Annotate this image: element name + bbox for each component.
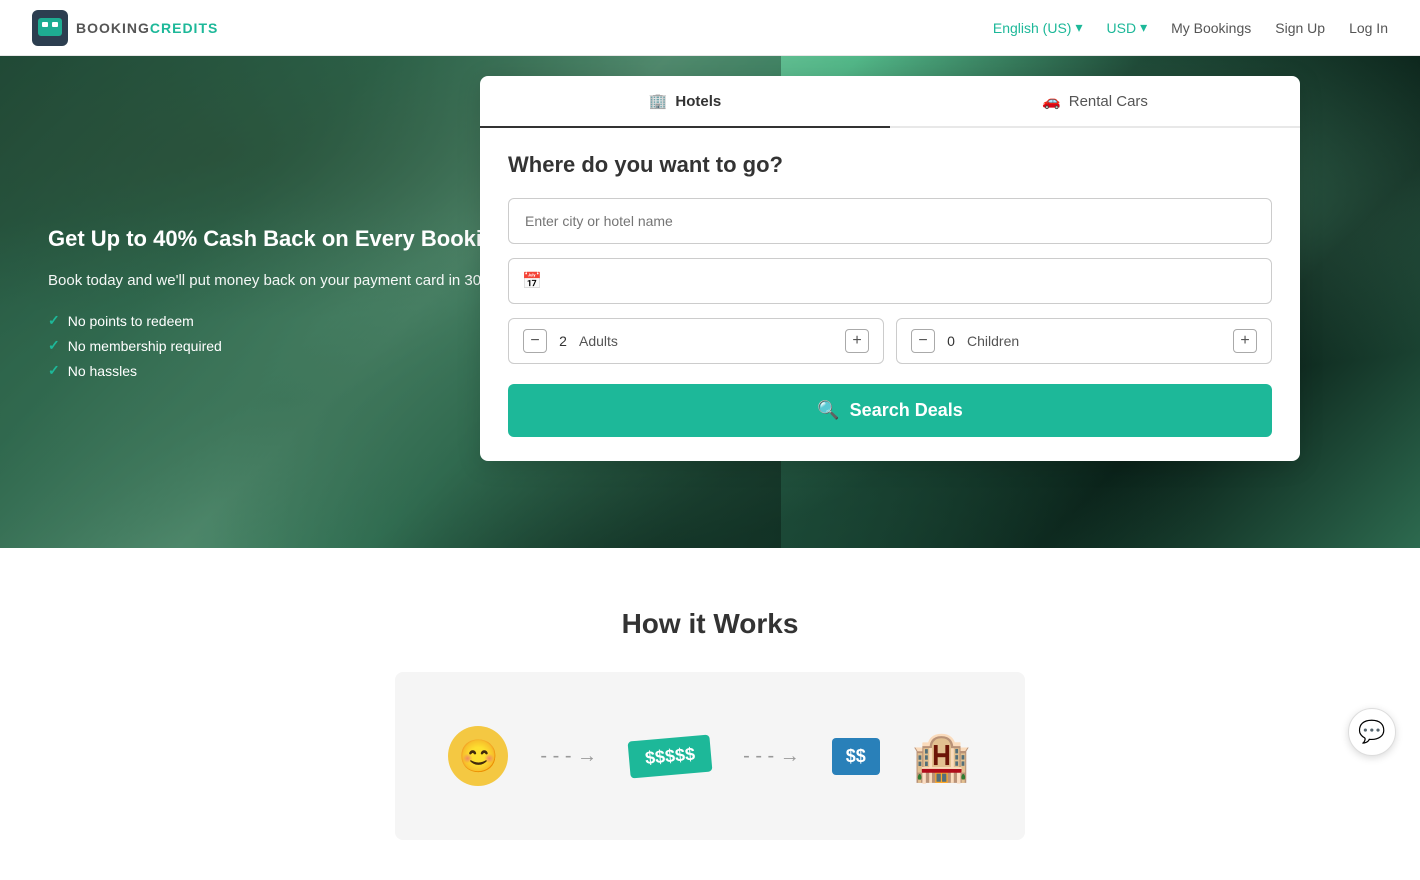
search-panel: 🏢 Hotels 🚗 Rental Cars Where do you want… xyxy=(480,76,1300,461)
building-icon: 🏢 xyxy=(649,92,668,110)
tab-rental-cars[interactable]: 🚗 Rental Cars xyxy=(890,76,1300,128)
my-bookings-link[interactable]: My Bookings xyxy=(1171,20,1251,36)
adults-count: 2 xyxy=(555,333,571,349)
navbar: BOOKiNGCREDiTS English (US) ▾ USD ▾ My B… xyxy=(0,0,1420,56)
sign-up-link[interactable]: Sign Up xyxy=(1275,20,1325,36)
how-step-money2: $$ xyxy=(832,738,880,775)
currency-dropdown[interactable]: USD ▾ xyxy=(1107,19,1148,36)
how-step-hotel: 🏨 xyxy=(912,728,972,785)
how-step-person: 😊 xyxy=(448,726,508,786)
logo-text: BOOKiNGCREDiTS xyxy=(76,17,218,38)
search-panel-container: 🏢 Hotels 🚗 Rental Cars Where do you want… xyxy=(0,56,1420,548)
date-input-wrap: 📅 Sat, Feb 10th - Sun, Feb 11th xyxy=(508,258,1272,304)
adults-label: Adults xyxy=(579,333,837,349)
how-it-works-section: How it Works 😊 - - - → $$$$$ - - - → $$ … xyxy=(0,548,1420,880)
guests-row: − 2 Adults + − 0 Children + xyxy=(508,318,1272,364)
person-icon: 😊 xyxy=(448,726,508,786)
money-tag-icon: $$$$$ xyxy=(628,734,713,778)
logo[interactable]: BOOKiNGCREDiTS xyxy=(32,10,218,46)
hero-section: Get Up to 40% Cash Back on Every Booking… xyxy=(0,56,1420,548)
date-input[interactable]: Sat, Feb 10th - Sun, Feb 11th xyxy=(508,258,1272,304)
adults-increase-button[interactable]: + xyxy=(845,329,869,353)
location-input-wrap xyxy=(508,198,1272,244)
search-icon: 🔍 xyxy=(817,400,839,421)
car-icon: 🚗 xyxy=(1042,92,1061,110)
nav-links: English (US) ▾ USD ▾ My Bookings Sign Up… xyxy=(993,19,1388,36)
children-count: 0 xyxy=(943,333,959,349)
chat-button[interactable]: 💬 xyxy=(1348,708,1396,756)
children-increase-button[interactable]: + xyxy=(1233,329,1257,353)
adults-control: − 2 Adults + xyxy=(508,318,884,364)
arrow-2: - - - → xyxy=(743,745,800,768)
search-title: Where do you want to go? xyxy=(508,152,1272,178)
how-illustration: 😊 - - - → $$$$$ - - - → $$ 🏨 xyxy=(395,672,1025,840)
money-savings-icon: $$ xyxy=(832,738,880,775)
hotel-icon: 🏨 xyxy=(912,728,972,785)
how-title: How it Works xyxy=(32,608,1388,640)
adults-decrease-button[interactable]: − xyxy=(523,329,547,353)
children-decrease-button[interactable]: − xyxy=(911,329,935,353)
panel-tabs: 🏢 Hotels 🚗 Rental Cars xyxy=(480,76,1300,128)
chat-icon: 💬 xyxy=(1358,719,1385,745)
how-step-money1: $$$$$ xyxy=(629,738,711,775)
search-deals-button[interactable]: 🔍 Search Deals xyxy=(508,384,1272,437)
search-panel-wrapper: 🏢 Hotels 🚗 Rental Cars Where do you want… xyxy=(480,76,1300,461)
calendar-icon: 📅 xyxy=(522,271,542,291)
language-dropdown[interactable]: English (US) ▾ xyxy=(993,19,1083,36)
chevron-down-icon: ▾ xyxy=(1140,19,1147,36)
logo-icon xyxy=(32,10,68,46)
chevron-down-icon: ▾ xyxy=(1075,19,1082,36)
location-input[interactable] xyxy=(508,198,1272,244)
children-control: − 0 Children + xyxy=(896,318,1272,364)
arrow-1: - - - → xyxy=(540,745,597,768)
tab-hotels[interactable]: 🏢 Hotels xyxy=(480,76,890,128)
children-label: Children xyxy=(967,333,1225,349)
log-in-link[interactable]: Log In xyxy=(1349,20,1388,36)
panel-body: Where do you want to go? 📅 Sat, Feb 10th… xyxy=(480,128,1300,461)
